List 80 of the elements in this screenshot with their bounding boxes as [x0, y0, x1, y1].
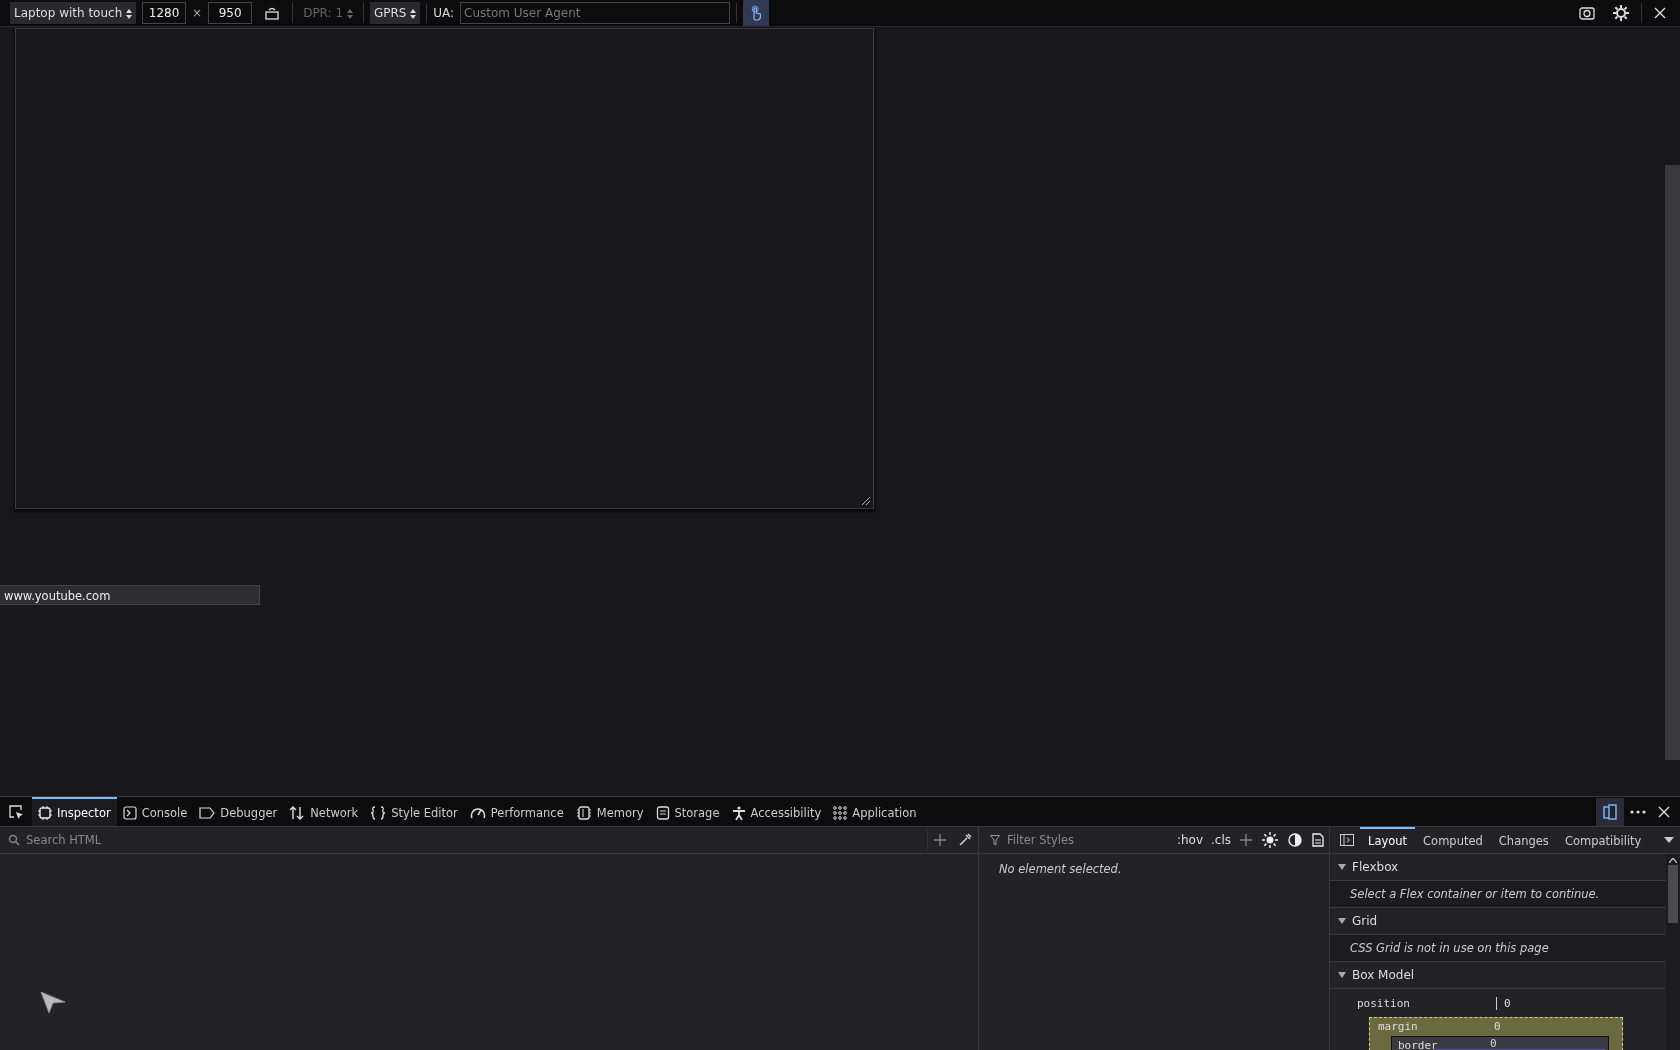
- sidebar-toggle-icon[interactable]: [1340, 834, 1354, 846]
- contrast-icon[interactable]: [1288, 833, 1302, 847]
- position-value: 0: [1496, 996, 1511, 1010]
- status-url: www.youtube.com: [0, 585, 260, 605]
- section-title: Flexbox: [1352, 860, 1399, 874]
- devtools-tab[interactable]: Memory: [569, 797, 650, 826]
- settings-icon[interactable]: [1613, 5, 1629, 21]
- position-label: position: [1357, 996, 1411, 1010]
- triangle-icon: [1338, 972, 1346, 978]
- gauge-icon: [469, 805, 486, 820]
- hand-pointer-icon: [749, 5, 764, 21]
- up-down-arrows-icon: [289, 805, 306, 820]
- scrollbar[interactable]: [1666, 854, 1680, 1050]
- filter-icon: [990, 834, 1000, 846]
- up-down-icon: [410, 8, 417, 19]
- touch-toggle-button[interactable]: [743, 0, 770, 26]
- element-picker-icon[interactable]: [8, 803, 24, 820]
- throttling-select[interactable]: GPRS: [369, 2, 421, 24]
- up-down-icon: [126, 8, 133, 19]
- triangle-icon: [1338, 918, 1346, 924]
- dock-toggle-button[interactable]: [1596, 797, 1624, 826]
- devtools-tab[interactable]: Performance: [463, 797, 570, 826]
- section-message: CSS Grid is not in use on this page: [1330, 935, 1666, 962]
- console-icon: [122, 805, 137, 820]
- memory-chip-icon: [575, 805, 592, 820]
- section-title: Grid: [1352, 914, 1378, 928]
- width-field[interactable]: 1280: [142, 2, 187, 24]
- more-icon[interactable]: [1630, 809, 1646, 814]
- size-separator: ×: [192, 6, 203, 20]
- document-icon: [655, 805, 670, 820]
- devtools-tab[interactable]: Application: [827, 797, 923, 826]
- border-value: 0: [1490, 1037, 1497, 1050]
- document-icon[interactable]: [1312, 833, 1324, 847]
- filter-styles-field[interactable]: Filter Styles: [1005, 832, 1173, 848]
- cls-toggle[interactable]: .cls: [1207, 833, 1235, 847]
- up-down-icon: [346, 8, 353, 19]
- margin-value: 0: [1494, 1020, 1501, 1033]
- resize-handle[interactable]: [859, 494, 871, 506]
- panels-icon: [1602, 803, 1618, 820]
- empty-message: No element selected.: [998, 861, 1123, 878]
- device-select[interactable]: Laptop with touch: [10, 2, 137, 24]
- scrollbar-thumb[interactable]: [1668, 865, 1678, 923]
- devtools-tab[interactable]: Accessibility: [725, 797, 828, 826]
- border-label: border: [1398, 1039, 1438, 1050]
- triangle-icon: [1338, 864, 1346, 870]
- devtools-tab[interactable]: Inspector: [32, 797, 117, 826]
- margin-label: margin: [1378, 1020, 1419, 1033]
- eyedropper-icon[interactable]: [958, 833, 972, 847]
- ua-label: UA:: [433, 6, 455, 20]
- person-icon: [731, 805, 746, 820]
- devtools-tab[interactable]: Console: [116, 797, 194, 826]
- mouse-cursor-icon: [40, 990, 66, 1014]
- close-icon[interactable]: [1654, 7, 1666, 19]
- section-message: Select a Flex container or item to continue.: [1330, 881, 1666, 908]
- scroll-up-icon[interactable]: [1669, 858, 1677, 863]
- close-icon[interactable]: [1658, 805, 1670, 818]
- devtools-tab[interactable]: Style Editor: [364, 797, 464, 826]
- search-field[interactable]: Search HTML: [24, 832, 927, 848]
- section-title: Box Model: [1352, 968, 1415, 982]
- chip-icon: [38, 805, 52, 820]
- sun-icon[interactable]: [1262, 832, 1278, 848]
- add-icon[interactable]: [1240, 834, 1252, 846]
- user-agent-field[interactable]: Custom User Agent: [460, 2, 731, 24]
- sidebar-tab[interactable]: Changes: [1490, 827, 1557, 853]
- devtools-tab[interactable]: Network: [283, 797, 365, 826]
- rotate-icon[interactable]: [264, 6, 281, 20]
- dropdown-icon[interactable]: [1664, 837, 1674, 843]
- add-icon[interactable]: [934, 834, 946, 846]
- devtools-tab[interactable]: Debugger: [193, 797, 284, 826]
- height-field[interactable]: 950: [208, 2, 253, 24]
- screenshot-icon[interactable]: [1579, 6, 1595, 20]
- dots-grid-icon: [833, 805, 848, 820]
- scrollbar-thumb[interactable]: [1665, 165, 1680, 760]
- search-icon: [8, 834, 20, 846]
- tag-icon: [199, 805, 216, 820]
- sidebar-tab[interactable]: Compatibility: [1556, 827, 1650, 853]
- sidebar-tab[interactable]: Computed: [1415, 827, 1491, 853]
- devtools-tab[interactable]: Storage: [649, 797, 726, 826]
- braces-icon: [370, 805, 387, 820]
- hov-toggle[interactable]: :hov: [1172, 833, 1207, 847]
